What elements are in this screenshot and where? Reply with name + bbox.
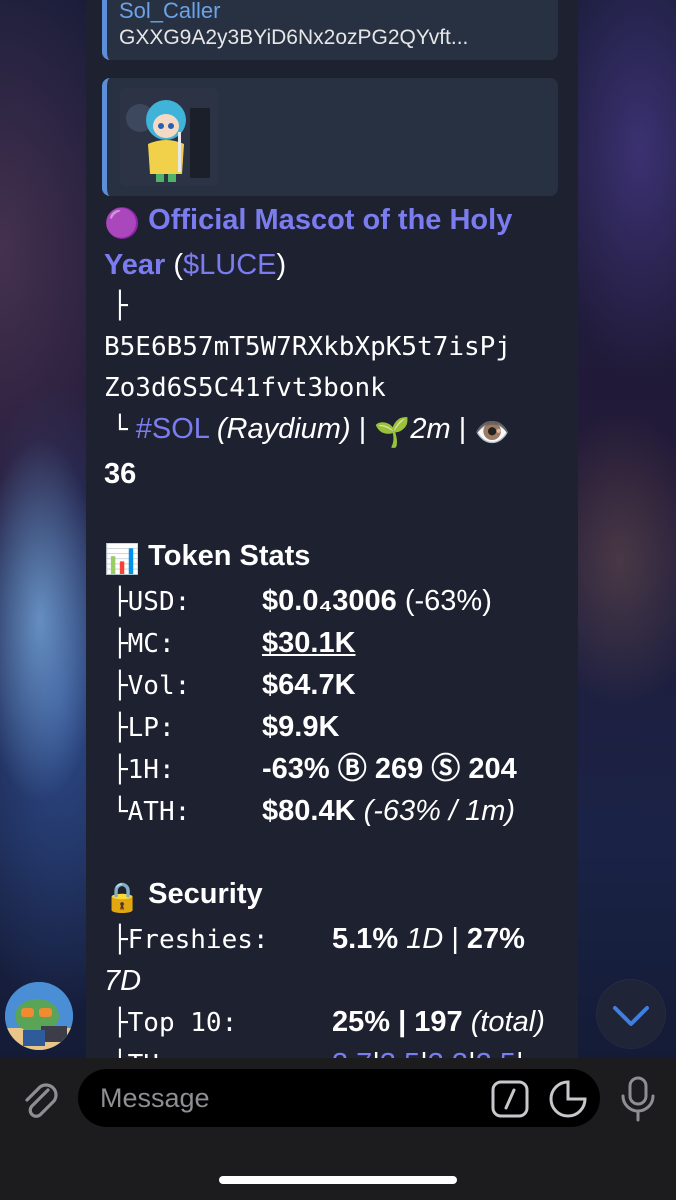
- token-age: 2m: [410, 413, 451, 445]
- separator: |: [468, 1048, 476, 1058]
- stat-row-1h: ├1H: -63% Ⓑ 269 Ⓢ 204: [104, 749, 574, 791]
- contract-address-line-2[interactable]: Zo3d6S5C41fvt3bonk: [104, 368, 574, 409]
- top10-value: 25% | 197: [332, 1006, 463, 1038]
- market-cap-link[interactable]: $30.1K: [262, 627, 356, 659]
- freshies-7d-period: 7D: [104, 965, 142, 997]
- stat-value: $80.4K: [262, 795, 356, 827]
- stat-label: MC:: [127, 629, 175, 659]
- message-bubble: Sol_Caller GXXG9A2y3BYiD6Nx2ozPG2QYvft..…: [86, 0, 578, 1058]
- lock-icon: 🔒: [104, 882, 141, 914]
- stat-row-vol: ├Vol: $64.7K: [104, 665, 574, 707]
- stat-extra: (-63% / 1m): [355, 795, 516, 827]
- tree-branch: ├: [112, 755, 128, 785]
- paperclip-icon: [25, 1083, 58, 1118]
- reply-quote[interactable]: Sol_Caller GXXG9A2y3BYiD6Nx2ozPG2QYvft..…: [102, 0, 558, 60]
- security-label: ├Top 10:: [112, 1008, 238, 1038]
- stat-row-ath: └ATH: $80.4K (-63% / 1m): [104, 791, 574, 833]
- composer-bar: [0, 1058, 676, 1200]
- tree-branch: ├: [112, 713, 128, 743]
- freshies-1d-value: 5.1%: [332, 923, 399, 955]
- freshies-1d-period: 1D: [406, 923, 444, 955]
- ticker-close: ): [276, 249, 287, 281]
- media-preview[interactable]: [102, 78, 558, 196]
- separator: |: [451, 923, 459, 955]
- dex-name: (Raydium): [216, 413, 351, 445]
- sender-avatar[interactable]: [5, 982, 73, 1050]
- separator: |: [420, 1048, 428, 1058]
- holder-link[interactable]: 3.5: [380, 1048, 420, 1058]
- security-row-top10: ├Top 10: 25% | 197 (total): [104, 1002, 574, 1044]
- bot-commands-button[interactable]: [491, 1080, 529, 1123]
- separator: |: [358, 413, 367, 445]
- stat-label: Vol:: [127, 671, 191, 701]
- tree-branch: ├: [112, 671, 128, 701]
- chevron-down-icon: [613, 1006, 649, 1026]
- stat-value: $0.0₄3006: [262, 585, 397, 617]
- mascot-thumbnail-image[interactable]: [120, 88, 218, 186]
- token-stats-heading: Token Stats: [148, 540, 311, 572]
- chain-hashtag[interactable]: #SOL: [136, 413, 209, 445]
- holder-link[interactable]: 3.7: [332, 1048, 372, 1058]
- freshies-7d-value: 27%: [466, 923, 525, 955]
- eye-icon: 👁️: [474, 417, 511, 449]
- stat-label: LP:: [127, 713, 175, 743]
- voice-message-button[interactable]: [618, 1074, 658, 1129]
- ticker-open: (: [165, 249, 184, 281]
- reply-snippet: GXXG9A2y3BYiD6Nx2ozPG2QYvft...: [119, 26, 469, 49]
- stat-row-mc: ├MC: $30.1K: [104, 623, 574, 665]
- stat-row-lp: ├LP: $9.9K: [104, 707, 574, 749]
- scroll-down-button[interactable]: [597, 980, 665, 1048]
- separator: |: [372, 1048, 380, 1058]
- stat-extra: (-63%): [396, 585, 492, 617]
- tree-branch: ├: [112, 629, 128, 659]
- microphone-icon: [621, 1076, 655, 1122]
- tree-branch: ├: [112, 587, 128, 617]
- stat-label: USD:: [127, 587, 191, 617]
- security-heading: Security: [148, 878, 263, 910]
- stat-row-usd: ├USD: $0.0₄3006 (-63%): [104, 581, 574, 623]
- security-label: ├TH:: [112, 1045, 332, 1058]
- separator: |: [458, 413, 467, 445]
- tree-branch: ├: [112, 291, 128, 321]
- security-label: ├Freshies:: [112, 925, 269, 955]
- security-row-freshies: ├Freshies: 5.1% 1D | 27%: [104, 919, 574, 961]
- stat-label: 1H:: [127, 755, 175, 785]
- view-count: 36: [104, 458, 137, 490]
- top10-extra: (total): [470, 1006, 545, 1038]
- purple-circle-icon: 🟣: [104, 208, 141, 240]
- bar-chart-icon: 📊: [104, 544, 141, 576]
- stat-value: $64.7K: [262, 669, 356, 701]
- reply-sender-name: Sol_Caller: [119, 0, 221, 23]
- sticker-button[interactable]: [548, 1079, 588, 1124]
- tree-end: └: [112, 797, 128, 827]
- slash-command-icon: [491, 1080, 529, 1118]
- ticker-link[interactable]: $LUCE: [183, 249, 277, 281]
- separator: |: [516, 1048, 524, 1058]
- holder-link[interactable]: 3.3: [428, 1048, 468, 1058]
- attach-button[interactable]: [16, 1076, 62, 1127]
- holder-link[interactable]: 2.5: [476, 1048, 516, 1058]
- sticker-icon: [549, 1080, 587, 1118]
- security-row-th: ├TH:3.7|3.5|3.3|2.5|: [104, 1044, 574, 1058]
- home-indicator: [219, 1176, 457, 1184]
- contract-address-line-1[interactable]: B5E6B57mT5W7RXkbXpK5t7isPj: [104, 327, 574, 368]
- seedling-icon: 🌱: [374, 417, 411, 449]
- message-text: 🟣 Official Mascot of the Holy Year ($LUC…: [104, 200, 574, 1058]
- tree-end: └: [112, 415, 128, 445]
- stat-label: ATH:: [127, 797, 191, 827]
- stat-value: $9.9K: [262, 711, 340, 743]
- stat-value: -63% Ⓑ 269 Ⓢ 204: [262, 753, 517, 785]
